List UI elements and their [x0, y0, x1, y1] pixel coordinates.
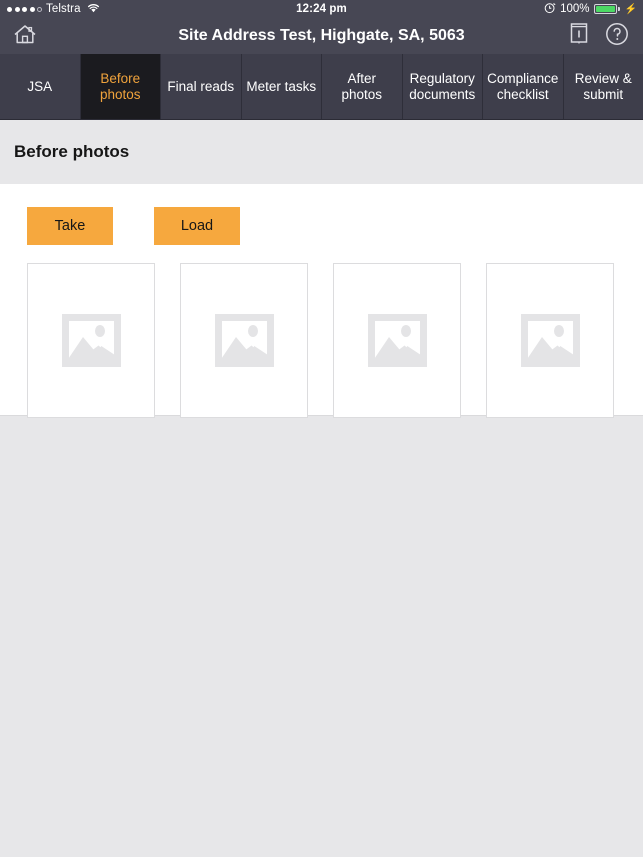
tab-final-reads[interactable]: Final reads	[161, 54, 242, 119]
photo-actions: Take Load	[0, 184, 643, 245]
photos-panel: Take Load	[0, 184, 643, 418]
app-root: Telstra 12:24 pm 100% ⚡ Site Address Tes…	[0, 0, 643, 857]
section-heading-band: Before photos	[0, 120, 643, 184]
tab-label: Compliance checklist	[487, 70, 559, 102]
load-photo-button[interactable]: Load	[154, 207, 240, 245]
image-placeholder-icon	[520, 314, 580, 367]
image-placeholder-icon	[214, 314, 274, 367]
tab-label: Regulatory documents	[409, 70, 476, 102]
tab-label: After photos	[341, 70, 383, 102]
photo-slot[interactable]	[27, 263, 155, 418]
info-document-icon	[569, 22, 589, 50]
tab-label: Review & submit	[574, 70, 632, 102]
question-mark-circle-icon	[605, 22, 629, 51]
image-placeholder-icon	[367, 314, 427, 367]
home-icon	[12, 22, 38, 51]
photo-slot[interactable]	[180, 263, 308, 418]
info-button[interactable]	[569, 22, 589, 50]
home-button[interactable]	[0, 22, 38, 51]
take-photo-button[interactable]: Take	[27, 207, 113, 245]
tab-review-submit[interactable]: Review & submit	[563, 54, 643, 119]
tab-label: JSA	[27, 78, 53, 94]
help-button[interactable]	[605, 22, 629, 51]
photo-thumbnail-list	[0, 245, 643, 418]
tab-label: Final reads	[167, 78, 235, 94]
nav-bar: Site Address Test, Highgate, SA, 5063	[0, 18, 643, 54]
photo-slot[interactable]	[486, 263, 614, 418]
tab-label: Meter tasks	[246, 78, 317, 94]
photo-slot[interactable]	[333, 263, 461, 418]
tab-compliance-checklist[interactable]: Compliance checklist	[483, 54, 564, 119]
tab-meter-tasks[interactable]: Meter tasks	[241, 54, 322, 119]
tab-before-photos[interactable]: Before photos	[80, 54, 161, 119]
page-title: Site Address Test, Highgate, SA, 5063	[178, 27, 465, 44]
tab-after-photos[interactable]: After photos	[322, 54, 403, 119]
tab-label: Before photos	[99, 70, 141, 102]
tab-jsa[interactable]: JSA	[0, 54, 81, 119]
empty-background-area	[0, 416, 643, 857]
tab-bar: JSA Before photos Final reads Meter task…	[0, 54, 643, 120]
tab-regulatory-documents[interactable]: Regulatory documents	[402, 54, 483, 119]
section-heading: Before photos	[14, 142, 130, 161]
image-placeholder-icon	[61, 314, 121, 367]
status-bar: Telstra 12:24 pm 100% ⚡	[0, 0, 643, 18]
status-bar-clock: 12:24 pm	[296, 3, 347, 15]
